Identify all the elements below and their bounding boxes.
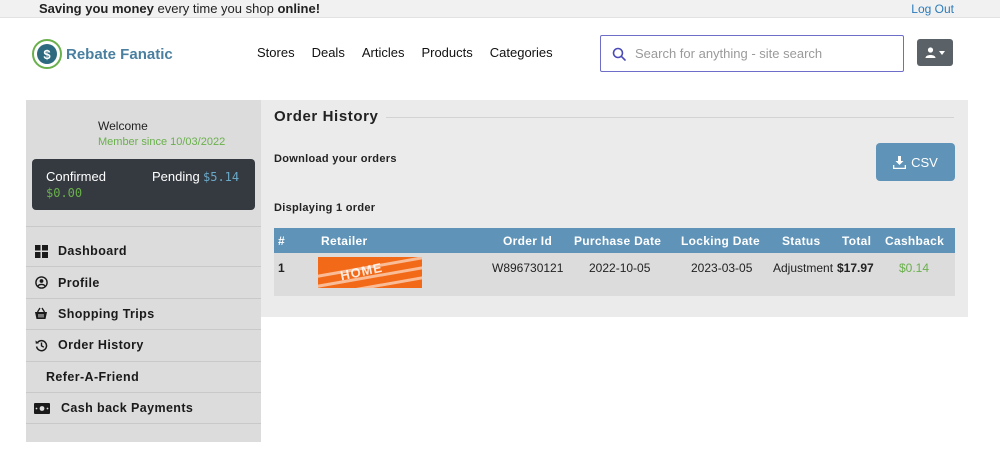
logo-icon: $ [32, 39, 62, 69]
sidebar-item-dashboard[interactable]: Dashboard [26, 236, 261, 268]
money-icon [34, 401, 50, 415]
column-header-retailer: Retailer [321, 234, 368, 248]
order-total: $17.97 [837, 261, 874, 275]
dashboard-icon [34, 244, 48, 258]
confirmed-value: $0.00 [46, 186, 83, 200]
order-status: Adjustment [773, 261, 834, 275]
nav-stores[interactable]: Stores [257, 45, 295, 60]
order-count: Displaying 1 order [274, 202, 376, 214]
confirmed-label: Confirmed [46, 169, 106, 184]
search-input[interactable] [635, 46, 895, 61]
balance-panel: Confirmed $0.00 Pending $5.14 [32, 159, 255, 210]
pending-value: $5.14 [203, 170, 240, 184]
nav-articles[interactable]: Articles [362, 45, 405, 60]
sidebar-item-label: Dashboard [58, 244, 127, 259]
sidebar-item-order-history[interactable]: Order History [26, 330, 261, 362]
order-history-panel: Order History Download your orders CSV D… [261, 100, 968, 317]
basket-icon [34, 307, 48, 321]
retailer-logo[interactable]: HOME [318, 257, 422, 288]
sidebar-item-label: Shopping Trips [58, 306, 155, 321]
logout-link[interactable]: Log Out [911, 2, 954, 16]
user-menu-button[interactable] [917, 39, 953, 66]
table-row[interactable]: 1 HOME W896730121 2022-10-05 2023-03-05 … [274, 253, 955, 296]
nav-categories[interactable]: Categories [490, 45, 553, 60]
download-csv-button[interactable]: CSV [876, 143, 955, 181]
table-header: # Retailer Order Id Purchase Date Lockin… [274, 228, 955, 253]
search-box[interactable] [600, 35, 904, 72]
site-logo[interactable]: $ Rebate Fanatic [32, 39, 173, 69]
csv-button-label: CSV [911, 154, 938, 170]
sidebar-item-refer-a-friend[interactable]: Refer-A-Friend [26, 362, 261, 393]
user-icon [925, 47, 936, 58]
welcome-text: Welcome [98, 119, 148, 133]
order-cashback: $0.14 [899, 261, 930, 275]
locking-date: 2023-03-05 [691, 261, 753, 275]
download-icon [893, 155, 907, 169]
history-icon [34, 338, 48, 352]
account-sidebar: Welcome Member since 10/03/2022 Confirme… [26, 100, 261, 442]
sidebar-item-label: Profile [58, 275, 100, 290]
chevron-down-icon [939, 50, 945, 55]
page-title: Order History [274, 108, 379, 125]
orders-table: # Retailer Order Id Purchase Date Lockin… [274, 228, 955, 296]
column-header-cashback: Cashback [885, 234, 945, 248]
top-bar: Saving you money every time you shop onl… [0, 0, 1000, 18]
column-header-purchase-date: Purchase Date [574, 234, 662, 248]
sidebar-divider [26, 226, 261, 227]
column-header-order-id: Order Id [503, 234, 553, 248]
search-icon [612, 47, 626, 61]
sidebar-item-cash-back-payments[interactable]: Cash back Payments [26, 393, 261, 425]
order-id: W896730121 [492, 261, 564, 275]
profile-icon [34, 276, 48, 290]
sidebar-item-profile[interactable]: Profile [26, 267, 261, 299]
sidebar-menu: Dashboard Profile Shopping Trips Order H… [26, 236, 261, 425]
column-header-status: Status [782, 234, 821, 248]
nav-products[interactable]: Products [421, 45, 472, 60]
column-header-number: # [278, 234, 285, 248]
nav-deals[interactable]: Deals [312, 45, 345, 60]
sidebar-item-label: Cash back Payments [61, 401, 194, 416]
column-header-locking-date: Locking Date [681, 234, 760, 248]
title-divider [386, 117, 954, 118]
pending-label: Pending [152, 169, 200, 184]
column-header-total: Total [842, 234, 872, 248]
tagline: Saving you money every time you shop onl… [39, 1, 321, 16]
sidebar-item-shopping-trips[interactable]: Shopping Trips [26, 299, 261, 331]
download-label: Download your orders [274, 153, 397, 165]
purchase-date: 2022-10-05 [589, 261, 651, 275]
sidebar-item-label: Order History [58, 338, 144, 353]
member-since: Member since 10/03/2022 [98, 136, 226, 148]
logo-text: Rebate Fanatic [66, 45, 173, 63]
row-number: 1 [278, 261, 285, 275]
main-nav: Stores Deals Articles Products Categorie… [257, 45, 553, 60]
sidebar-item-label: Refer-A-Friend [46, 369, 140, 384]
